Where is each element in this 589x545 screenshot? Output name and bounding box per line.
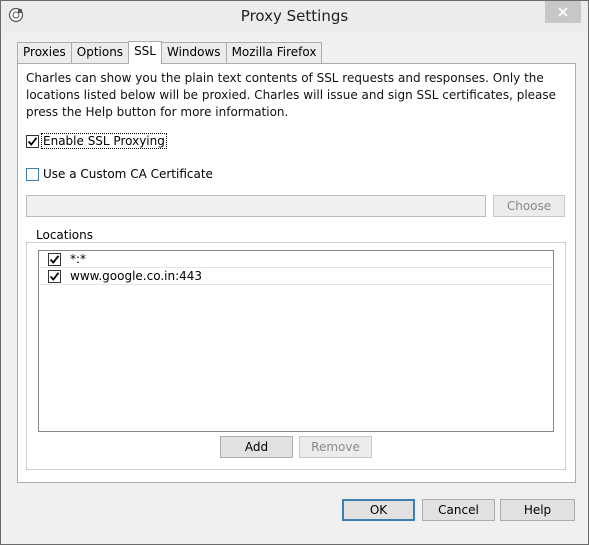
checkmark-icon — [49, 255, 60, 264]
enable-ssl-proxying-label[interactable]: Enable SSL Proxying — [41, 133, 167, 149]
remove-location-button[interactable]: Remove — [299, 436, 372, 458]
custom-ca-checkbox[interactable] — [26, 168, 39, 181]
ssl-panel: Charles can show you the plain text cont… — [17, 63, 576, 483]
proxy-settings-window: Proxy Settings Proxies Options SSL Windo… — [0, 0, 589, 545]
settings-tabs: Proxies Options SSL Windows Mozilla Fire… — [17, 41, 323, 64]
list-item[interactable]: *:* — [39, 251, 553, 268]
tab-mozilla-firefox[interactable]: Mozilla Firefox — [225, 42, 323, 63]
ssl-description: Charles can show you the plain text cont… — [26, 71, 557, 119]
close-window-button[interactable] — [545, 1, 581, 23]
checkmark-icon — [49, 272, 60, 281]
locations-list[interactable]: *:* www.google.co.in:443 — [38, 250, 554, 432]
close-icon — [558, 7, 568, 17]
title-bar[interactable]: Proxy Settings — [1, 1, 588, 33]
add-location-button[interactable]: Add — [220, 436, 293, 458]
tab-ssl[interactable]: SSL — [128, 41, 162, 64]
ok-button[interactable]: OK — [342, 499, 415, 521]
window-title: Proxy Settings — [240, 7, 349, 25]
help-button[interactable]: Help — [500, 499, 575, 521]
custom-ca-label[interactable]: Use a Custom CA Certificate — [43, 167, 213, 181]
tab-options[interactable]: Options — [70, 42, 130, 63]
cancel-button[interactable]: Cancel — [422, 499, 495, 521]
location-host: www.google.co.in:443 — [70, 269, 203, 283]
enable-ssl-proxying-checkbox[interactable] — [26, 135, 39, 148]
tab-proxies[interactable]: Proxies — [17, 42, 72, 63]
tab-windows[interactable]: Windows — [160, 42, 227, 63]
locations-title: Locations — [34, 228, 96, 242]
ca-certificate-path-field[interactable] — [26, 195, 486, 217]
location-enabled-checkbox[interactable] — [48, 253, 61, 266]
location-host: *:* — [70, 252, 87, 266]
location-enabled-checkbox[interactable] — [48, 270, 61, 283]
checkmark-icon — [27, 137, 38, 146]
choose-button[interactable]: Choose — [493, 195, 565, 217]
list-item[interactable]: www.google.co.in:443 — [39, 268, 553, 285]
